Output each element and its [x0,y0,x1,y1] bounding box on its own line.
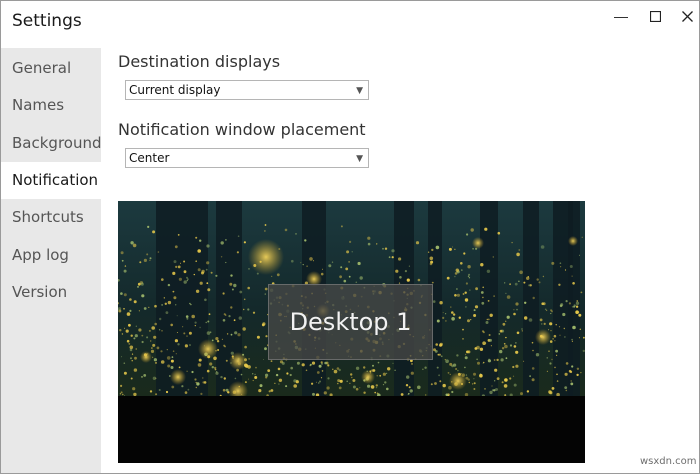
sidebar-item-version[interactable]: Version [1,274,101,311]
destination-displays-value: Current display [129,83,221,97]
notification-placement-value: Center [129,151,170,165]
title-bar: Settings — [1,1,699,47]
destination-displays-label: Destination displays [118,52,281,71]
preview-notification-text: Desktop 1 [289,308,412,336]
minimize-button[interactable]: — [603,3,639,29]
notification-placement-select[interactable]: Center ▼ [125,148,369,168]
window-title: Settings [12,11,82,31]
dropdown-arrow-icon: ▼ [356,154,363,164]
sidebar-item-notification[interactable]: Notification [1,162,101,199]
dropdown-arrow-icon: ▼ [356,86,363,96]
close-icon [681,10,693,22]
close-button[interactable] [669,3,700,29]
sidebar-item-names[interactable]: Names [1,87,101,124]
placement-preview: Desktop 1 [118,201,585,463]
sidebar-item-app-log[interactable]: App log [1,237,101,274]
maximize-button[interactable] [637,3,673,29]
sidebar: General Names Background Notification Sh… [1,48,102,473]
sidebar-item-shortcuts[interactable]: Shortcuts [1,199,101,236]
maximize-icon [649,10,661,22]
notification-placement-label: Notification window placement [118,120,366,139]
sidebar-item-background[interactable]: Background [1,125,102,162]
destination-displays-select[interactable]: Current display ▼ [125,80,369,100]
preview-notification-window: Desktop 1 [268,284,433,360]
minimize-icon: — [614,8,628,24]
watermark-text: wsxdn.com [640,456,697,467]
sidebar-item-general[interactable]: General [1,50,101,87]
settings-window: Settings — General Names Background Noti… [0,0,700,474]
preview-taskbar [118,396,585,463]
